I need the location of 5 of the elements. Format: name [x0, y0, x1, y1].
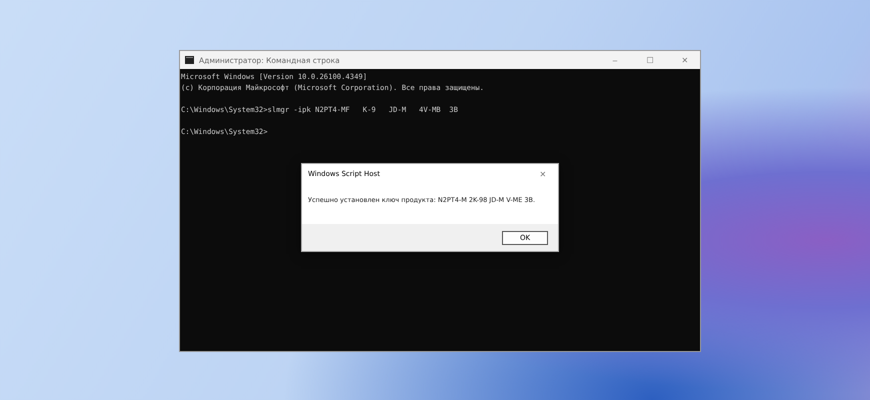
- window-control[interactable]: ☐: [635, 51, 665, 69]
- terminal-icon: [185, 56, 194, 64]
- window-control[interactable]: –: [600, 51, 630, 69]
- close-button[interactable]: ✕: [528, 165, 558, 183]
- window-control[interactable]: ✕: [670, 51, 700, 69]
